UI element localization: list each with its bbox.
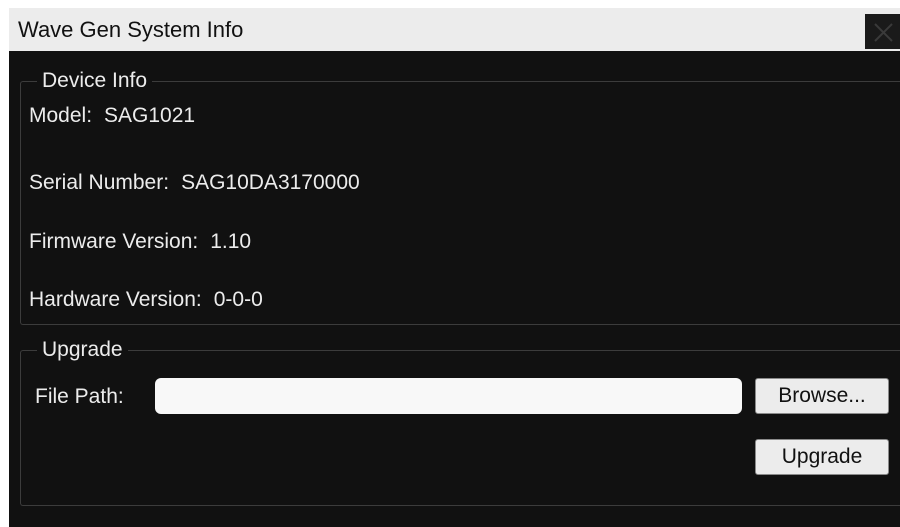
- firmware-version-label: Firmware Version:: [29, 230, 199, 253]
- upgrade-button[interactable]: Upgrade: [755, 439, 889, 475]
- serial-number-label: Serial Number:: [29, 171, 170, 194]
- browse-button[interactable]: Browse...: [755, 378, 889, 414]
- file-path-label: File Path:: [35, 385, 124, 408]
- serial-number-value: SAG10DA3170000: [181, 171, 360, 194]
- model-value: SAG1021: [104, 104, 196, 127]
- dialog-title: Wave Gen System Info: [18, 17, 244, 42]
- close-button[interactable]: [865, 14, 900, 49]
- hardware-version-value: 0-0-0: [213, 288, 263, 311]
- title-bar: Wave Gen System Info: [9, 8, 900, 51]
- upgrade-group: Upgrade: [20, 339, 900, 506]
- file-path-input[interactable]: [155, 378, 742, 414]
- close-icon: [874, 23, 893, 42]
- device-info-legend: Device Info: [42, 69, 148, 92]
- hardware-version-row: Hardware Version: 0-0-0: [29, 288, 263, 312]
- system-info-dialog: Wave Gen System Info Device Info Model: S…: [9, 8, 900, 527]
- model-row: Model: SAG1021: [29, 104, 195, 128]
- serial-number-row: Serial Number: SAG10DA3170000: [29, 171, 360, 195]
- firmware-version-value: 1.10: [210, 230, 252, 253]
- upgrade-legend: Upgrade: [42, 338, 123, 361]
- model-label: Model:: [29, 104, 93, 127]
- firmware-version-row: Firmware Version: 1.10: [29, 230, 251, 254]
- hardware-version-label: Hardware Version:: [29, 288, 202, 311]
